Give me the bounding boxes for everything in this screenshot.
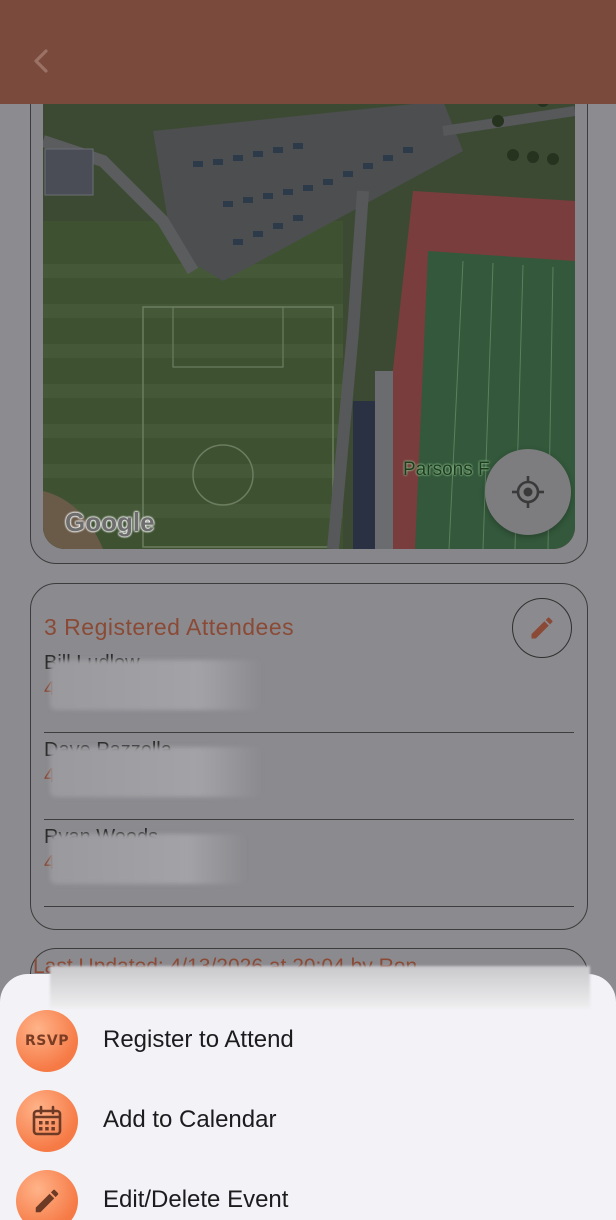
edit-delete-event-button[interactable]: Edit/Delete Event <box>16 1170 596 1220</box>
sheet-item-label: Edit/Delete Event <box>103 1186 289 1213</box>
rsvp-icon: RSVP <box>16 1010 78 1072</box>
attendee-row[interactable]: Bill Ludlow 4 <box>44 646 574 733</box>
redaction-blur <box>50 660 262 710</box>
map-view[interactable]: Google Parsons F <box>43 71 575 549</box>
redaction-blur <box>50 747 262 797</box>
redaction-blur <box>50 834 246 884</box>
attendee-row[interactable]: Ryan Woods 4 <box>44 820 574 907</box>
map-place-label: Parsons F <box>403 459 490 480</box>
google-logo: Google <box>65 507 155 537</box>
crosshair-icon <box>512 476 544 508</box>
calendar-icon <box>16 1090 78 1152</box>
attendees-card: 3 Registered Attendees Bill Ludlow 4 Dav… <box>30 583 588 930</box>
pencil-icon <box>16 1170 78 1220</box>
top-bar <box>0 0 616 104</box>
back-button[interactable] <box>24 42 58 80</box>
event-detail-screen: Google Parsons F 3 Registered Attendees <box>0 0 616 1220</box>
sheet-item-label: Add to Calendar <box>103 1106 277 1133</box>
register-to-attend-button[interactable]: RSVP Register to Attend <box>16 1010 596 1074</box>
attendees-title: 3 Registered Attendees <box>44 614 295 640</box>
attendee-row[interactable]: Dave Pazzolla 4 <box>44 733 574 820</box>
sheet-item-label: Register to Attend <box>103 1026 294 1053</box>
add-to-calendar-button[interactable]: Add to Calendar <box>16 1090 596 1154</box>
locate-button[interactable] <box>485 449 571 535</box>
rsvp-icon-text: RSVP <box>25 1033 69 1049</box>
map-card: Google Parsons F <box>30 70 588 564</box>
pencil-icon <box>531 617 553 639</box>
action-sheet: RSVP Register to Attend Add to Calendar <box>0 966 616 1220</box>
chevron-left-icon <box>34 49 48 73</box>
redaction-blur <box>50 966 590 1008</box>
